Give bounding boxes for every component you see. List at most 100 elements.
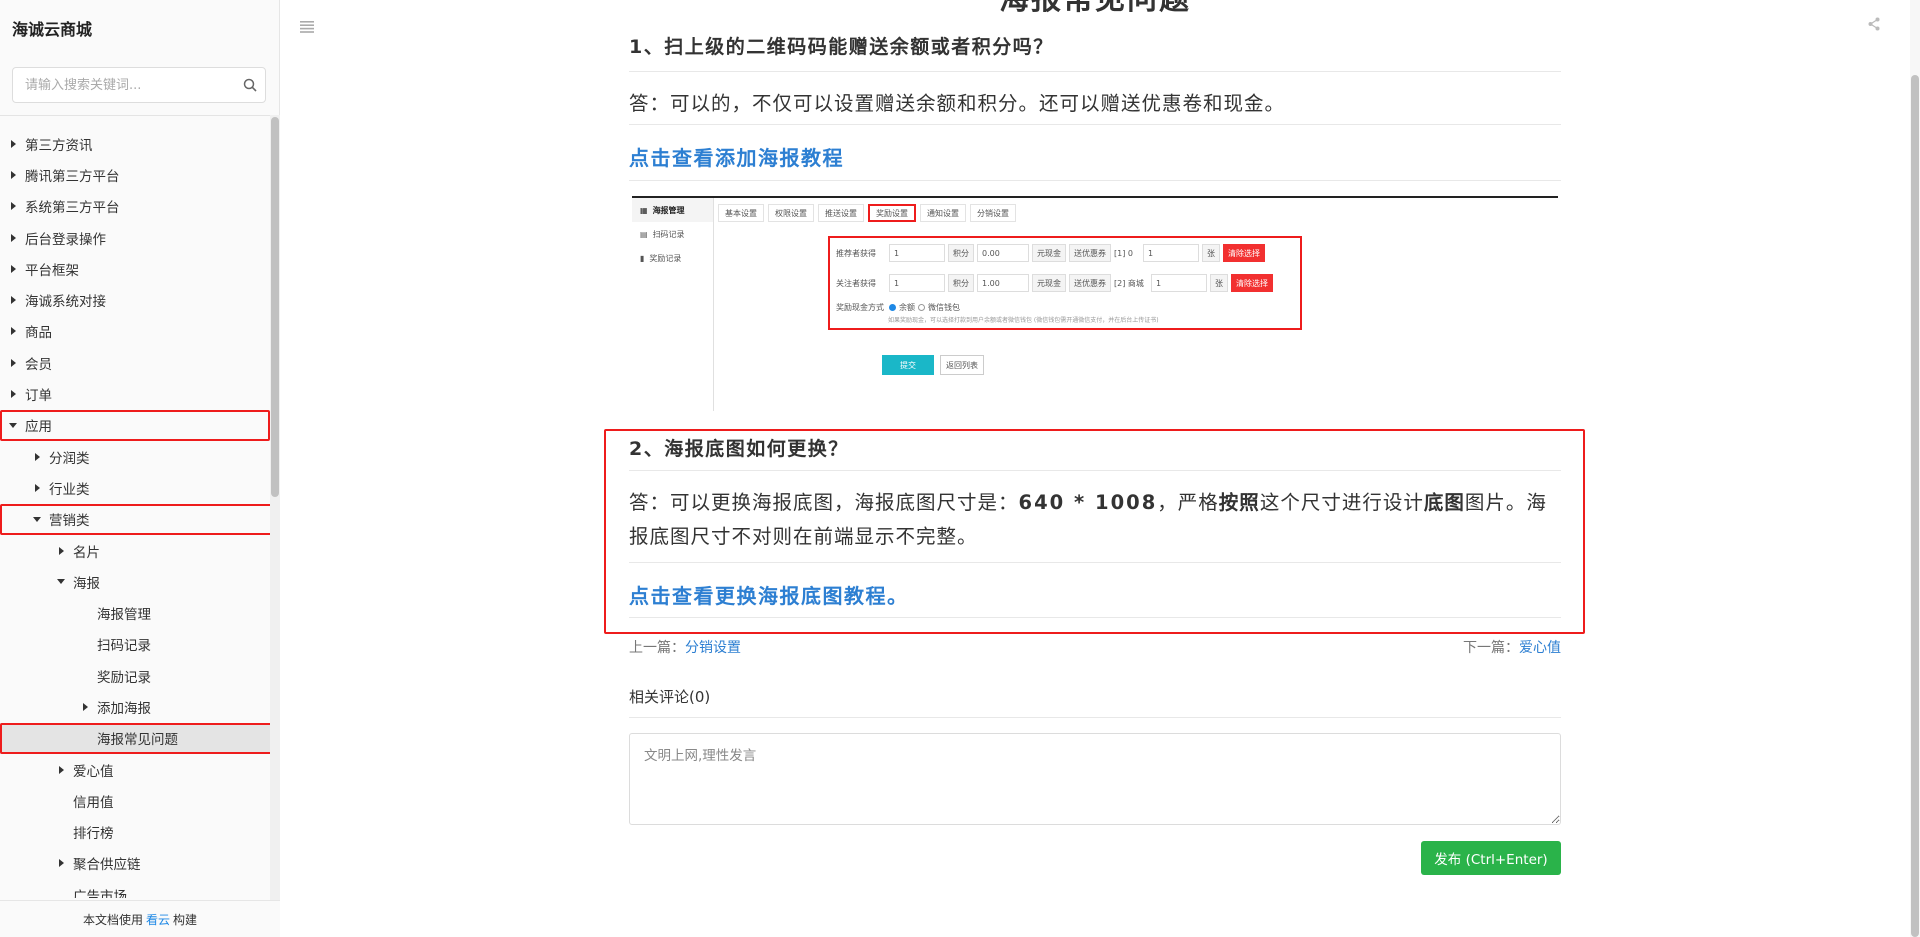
sidebar-item[interactable]: 名片 (0, 535, 270, 566)
sidebar-item[interactable]: 扫码记录 (0, 629, 270, 660)
sidebar-item-label: 奖励记录 (97, 669, 151, 686)
site-title[interactable]: 海诚云商城 (12, 16, 92, 40)
caret-right-icon[interactable] (56, 859, 66, 868)
sidebar-item[interactable]: 广告市场 (0, 879, 270, 898)
caret-right-icon[interactable] (8, 327, 18, 336)
share-icon[interactable] (1868, 16, 1880, 35)
publish-button[interactable]: 发布 (Ctrl+Enter) (1421, 841, 1561, 875)
sidebar-item[interactable]: 海诚系统对接 (0, 284, 270, 315)
sidebar-item[interactable]: 行业类 (0, 472, 270, 503)
caret-right-icon[interactable] (8, 233, 18, 242)
sidebar-item-label: 扫码记录 (97, 638, 151, 655)
caret-down-icon[interactable] (56, 579, 66, 585)
caret-right-icon[interactable] (8, 296, 18, 305)
sidebar-item[interactable]: 系统第三方平台 (0, 191, 270, 222)
sidebar-item-label: 聚合供应链 (73, 857, 141, 874)
sidebar-item[interactable]: 海报 (0, 566, 270, 597)
sidebar-item[interactable]: 会员 (0, 347, 270, 378)
caret-right-icon[interactable] (56, 546, 66, 555)
caret-right-icon[interactable] (8, 170, 18, 179)
caret-right-icon[interactable] (56, 765, 66, 774)
sidebar-item[interactable]: 添加海报 (0, 691, 270, 722)
comment-input[interactable] (629, 733, 1561, 825)
sidebar-item-label: 海报 (73, 575, 100, 592)
answer-2: 答：可以更换海报底图，海报底图尺寸是：640 * 1008，严格按照这个尺寸进行… (629, 491, 1547, 548)
sidebar-item[interactable]: 海报常见问题 (0, 722, 270, 754)
screenshot-tab: 权限设置 (768, 204, 814, 222)
question-1-heading: 1、扫上级的二维码码能赠送余额或者积分吗？ (629, 36, 1054, 58)
caret-right-icon[interactable] (8, 139, 18, 148)
search-input[interactable] (13, 68, 235, 102)
footer-suffix: 构建 (173, 912, 198, 927)
divider (629, 562, 1561, 563)
sidebar-footer: 本文档使用 看云 构建 (0, 900, 280, 937)
sidebar-item[interactable]: 爱心值 (0, 754, 270, 785)
prev-label: 上一篇： (629, 640, 685, 656)
screenshot-tab: 基本设置 (718, 204, 764, 222)
sidebar-divider (0, 115, 279, 116)
sidebar-item[interactable]: 应用 (0, 409, 270, 441)
sidebar-item[interactable]: 第三方资讯 (0, 128, 270, 159)
caret-right-icon[interactable] (8, 390, 18, 399)
sidebar-item[interactable]: 排行榜 (0, 817, 270, 848)
sidebar-item-label: 应用 (25, 419, 52, 436)
doc-tree: 第三方资讯腾讯第三方平台系统第三方平台 后台登录操作平台框架 海诚系统对接 商品会员订… (0, 128, 270, 898)
sidebar-item-label: 会员 (25, 356, 52, 373)
sidebar-item-label: 后台登录操作 (25, 231, 106, 248)
divider (629, 124, 1561, 125)
sidebar-item-label: 海报管理 (97, 607, 151, 624)
add-poster-tutorial-link[interactable]: 点击查看添加海报教程 (629, 142, 844, 171)
caret-right-icon[interactable] (8, 202, 18, 211)
caret-right-icon[interactable] (32, 483, 42, 492)
screenshot-submit: 提交 (882, 355, 934, 375)
grid-icon: ▦ (640, 205, 648, 215)
caret-down-icon[interactable] (32, 516, 42, 522)
sidebar-item-label: 名片 (73, 544, 100, 561)
sidebar-scrollbar-thumb[interactable] (271, 117, 279, 497)
main-scrollbar[interactable] (1910, 0, 1920, 937)
question-2-heading: 2、海报底图如何更换？ (629, 438, 849, 460)
sidebar-scrollbar[interactable] (270, 115, 280, 900)
sidebar-item[interactable]: 聚合供应链 (0, 848, 270, 879)
sidebar-item-label: 添加海报 (97, 700, 151, 717)
search-icon[interactable] (235, 68, 265, 102)
sidebar-item-label: 营销类 (49, 513, 90, 530)
screenshot-nav-item: ▤ 扫码记录 (640, 229, 685, 239)
caret-right-icon[interactable] (32, 452, 42, 461)
change-background-tutorial-link[interactable]: 点击查看更换海报底图教程。 (629, 580, 909, 609)
sidebar-item-label: 第三方资讯 (25, 137, 93, 154)
comments-title: 相关评论(0) (629, 688, 711, 706)
caret-right-icon[interactable] (8, 358, 18, 367)
sidebar-item-label: 系统第三方平台 (25, 200, 120, 217)
sidebar-item[interactable]: 平台框架 (0, 253, 270, 284)
bookmark-icon: ▮ (640, 253, 645, 263)
sidebar-item[interactable]: 后台登录操作 (0, 222, 270, 253)
footer-link[interactable]: 看云 (146, 911, 170, 928)
next-nav: 下一篇：爱心值 (1463, 637, 1561, 657)
caret-right-icon[interactable] (80, 702, 90, 711)
sidebar-item[interactable]: 海报管理 (0, 597, 270, 628)
list-icon: ▤ (640, 229, 648, 239)
caret-down-icon[interactable] (8, 422, 18, 428)
caret-right-icon[interactable] (8, 264, 18, 273)
menu-toggle-icon[interactable] (300, 18, 314, 37)
sidebar-item-label: 行业类 (49, 481, 90, 498)
page-title: 海报常见问题 (629, 0, 1561, 18)
sidebar-item[interactable]: 腾讯第三方平台 (0, 159, 270, 190)
radio-icon (918, 303, 925, 311)
prev-article-link[interactable]: 分销设置 (685, 640, 741, 656)
main-scrollbar-thumb[interactable] (1911, 75, 1919, 937)
sidebar-item[interactable]: 奖励记录 (0, 660, 270, 691)
search-box (12, 67, 266, 103)
sidebar-item[interactable]: 信用值 (0, 785, 270, 816)
screenshot-note: 如果奖励现金，可以选择打款到用户余额或者微信钱包 (微信钱包需开通微信支付，并在… (888, 316, 1159, 324)
sidebar-item[interactable]: 分润类 (0, 441, 270, 472)
next-article-link[interactable]: 爱心值 (1519, 640, 1561, 656)
main-content: 海报常见问题 1、扫上级的二维码码能赠送余额或者积分吗？ 答：可以的，不仅可以设… (281, 0, 1920, 937)
sidebar-item-label: 订单 (25, 388, 52, 405)
sidebar-item[interactable]: 商品 (0, 316, 270, 347)
divider (629, 470, 1561, 471)
sidebar-item[interactable]: 订单 (0, 378, 270, 409)
prev-next-nav: 上一篇：分销设置 下一篇：爱心值 (629, 637, 1561, 657)
sidebar-item[interactable]: 营销类 (0, 503, 270, 535)
